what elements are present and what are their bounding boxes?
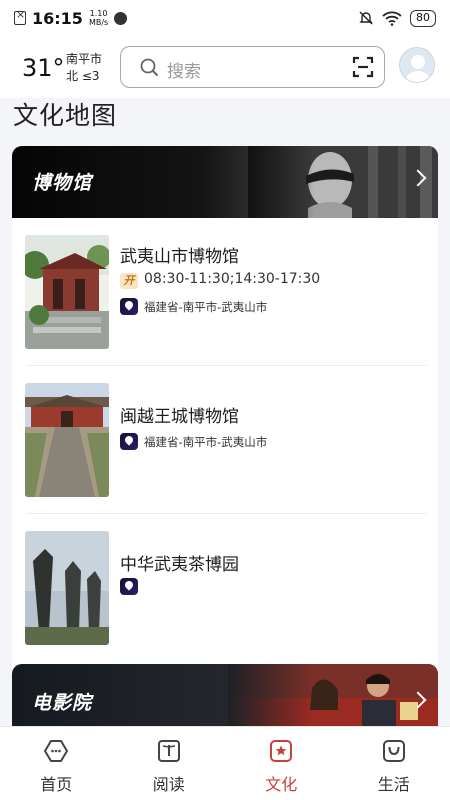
weather-wind: 北 ≤3 — [66, 69, 100, 83]
venue-name: 中华武夷茶博园 — [120, 555, 239, 575]
scan-icon[interactable] — [352, 56, 374, 78]
weather-city: 南平市 — [66, 52, 103, 66]
venue-thumbnail — [25, 531, 109, 645]
network-speed: 1.10 MB/s — [89, 9, 108, 27]
network-speed-value: 1.10 — [89, 9, 108, 18]
search-icon — [140, 58, 158, 76]
location-pin-icon — [120, 298, 138, 315]
museum-section-title: 博物馆 — [32, 172, 93, 194]
culture-map-page: 文化地图 博物馆 武夷山市博物馆 开 08:30-11:30;14:30-17:… — [0, 98, 450, 726]
app-header: 31° 南平市 北 ≤3 搜索 — [0, 36, 450, 98]
open-hours-icon: 开 — [120, 273, 138, 289]
statue-image — [248, 146, 438, 218]
wifi-icon — [382, 11, 402, 26]
home-icon — [44, 740, 69, 762]
avatar[interactable] — [399, 47, 435, 83]
list-item[interactable]: 闽越王城博物馆 福建省-南平市-武夷山市 — [12, 366, 438, 514]
no-sim-icon — [14, 8, 26, 25]
cinema-banner[interactable]: 电影院 — [12, 664, 438, 726]
status-time: 16:15 — [32, 8, 83, 28]
life-bag-icon — [382, 740, 405, 762]
nav-label-culture: 文化 — [265, 775, 298, 794]
page-title: 文化地图 — [13, 101, 118, 130]
cinema-section-title: 电影院 — [32, 692, 93, 714]
venue-location: 福建省-南平市-武夷山市 — [144, 300, 268, 314]
search-placeholder: 搜索 — [167, 62, 201, 82]
nav-item-life[interactable]: 生活 — [338, 727, 450, 800]
venue-thumbnail — [25, 383, 109, 497]
venue-location: 福建省-南平市-武夷山市 — [144, 435, 268, 449]
nav-item-read[interactable]: 阅读 — [113, 727, 226, 800]
weather-temperature: 31° — [22, 54, 65, 82]
venue-thumbnail — [25, 235, 109, 349]
culture-icon — [270, 740, 293, 762]
museum-section: 博物馆 武夷山市博物馆 开 08:30-11:30;14:30-17:30 福建… — [12, 146, 438, 706]
book-icon — [157, 740, 180, 762]
status-bar: 16:15 1.10 MB/s 80 — [0, 0, 450, 36]
search-input[interactable]: 搜索 — [120, 46, 385, 88]
mute-bell-icon — [359, 11, 373, 25]
museum-banner[interactable]: 博物馆 — [12, 146, 438, 218]
bottom-nav: 首页 阅读 文化 生活 — [0, 726, 450, 800]
location-pin-icon — [120, 433, 138, 450]
nav-label-life: 生活 — [377, 775, 410, 794]
cinema-image — [228, 664, 438, 726]
app-notification-icon — [114, 11, 128, 25]
user-icon — [405, 55, 431, 82]
nav-item-culture[interactable]: 文化 — [225, 727, 338, 800]
nav-label-read: 阅读 — [152, 775, 185, 794]
venue-hours: 08:30-11:30;14:30-17:30 — [144, 271, 321, 287]
cinema-section: 电影院 — [12, 664, 438, 726]
venue-name: 武夷山市博物馆 — [120, 247, 239, 267]
list-item[interactable]: 中华武夷茶博园 — [12, 514, 438, 662]
nav-item-home[interactable]: 首页 — [0, 727, 113, 800]
battery-indicator: 80 — [410, 9, 436, 27]
list-item[interactable]: 武夷山市博物馆 开 08:30-11:30;14:30-17:30 福建省-南平… — [12, 218, 438, 366]
location-pin-icon — [120, 578, 138, 595]
nav-label-home: 首页 — [40, 775, 73, 794]
venue-name: 闽越王城博物馆 — [120, 407, 239, 427]
network-speed-unit: MB/s — [88, 18, 109, 27]
